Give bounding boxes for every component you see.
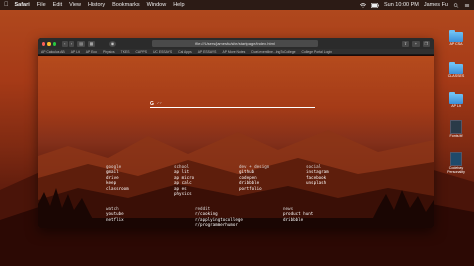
menu-status-area: Sun 10:00 PM James Fu [359, 0, 470, 10]
desktop-folder-classes[interactable]: CLASSES [444, 62, 468, 79]
clock[interactable]: Sun 10:00 PM [384, 2, 419, 8]
tab-overview-icon[interactable]: ❐ [422, 40, 431, 47]
link-ap-calc[interactable]: ap calc [174, 180, 194, 185]
group-news: news product hunt dribbble [283, 206, 313, 222]
folder-icon [449, 30, 463, 42]
group-reddit: reddit r/cooking r/applyingtocollege r/p… [195, 206, 243, 228]
favorite-duel[interactable]: Duel.eventline...IngToCollege [251, 50, 295, 54]
new-tab-icon[interactable]: + [412, 40, 420, 47]
link-physics[interactable]: physics [174, 191, 194, 196]
document-icon [450, 152, 462, 166]
menu-edit[interactable]: Edit [53, 2, 62, 8]
address-bar[interactable]: file:///Users/jamesfu/site/startpage/ind… [152, 40, 318, 47]
link-r-programmerhumor[interactable]: r/programmerhumor [195, 222, 243, 227]
menu-help[interactable]: Help [173, 2, 184, 8]
folder-icon [449, 62, 463, 74]
settings-icon[interactable]: ◉ [109, 40, 116, 47]
apple-menu-icon[interactable]:  [4, 2, 9, 8]
link-classroom[interactable]: classroom [106, 186, 129, 191]
group-title: watch [106, 206, 119, 211]
desktop-icon-label: Fonts.ttf [449, 134, 463, 138]
desktop-folder-ap-csa[interactable]: AP CSA [444, 30, 468, 47]
favorite-capps[interactable]: CAPPS [135, 50, 147, 54]
group-title: school [174, 164, 190, 169]
desktop-file-codebay[interactable]: Codebay Personality [444, 152, 468, 175]
menu-history[interactable]: History [88, 2, 105, 8]
wifi-icon[interactable] [359, 2, 366, 8]
desktop-icon-label: AP CSA [449, 42, 463, 46]
share-icon[interactable]: ⇧ [401, 40, 410, 47]
group-school: school ap lit ap micro ap calc ap es phy… [174, 164, 194, 196]
search-bar: G [150, 100, 315, 108]
link-unsplash[interactable]: unsplash [306, 180, 329, 185]
favorite-tkes[interactable]: TKES [121, 50, 130, 54]
link-news-dribbble[interactable]: dribbble [283, 217, 313, 222]
google-icon: G [150, 100, 154, 107]
group-dev-design: dev + design github codepen dribbble por… [239, 164, 269, 191]
menu-app-name[interactable]: Safari [15, 2, 30, 8]
desktop-icon-label: AP Lit [451, 104, 461, 108]
spotlight-icon[interactable] [453, 2, 459, 8]
search-input[interactable] [156, 101, 307, 106]
user-name[interactable]: James Fu [424, 2, 448, 8]
back-icon[interactable]: ‹ [61, 40, 68, 47]
link-netflix[interactable]: netflix [106, 217, 124, 222]
menu-file[interactable]: File [37, 2, 46, 8]
safari-window: ‹ › ▤ ▦ ◉ ⇧ + ❐ file:///Users/jamesfu/si… [38, 38, 434, 228]
desktop-icon-label: CLASSES [447, 74, 465, 78]
forward-icon[interactable]: › [68, 40, 75, 47]
favorite-ap-eco[interactable]: AP Eco [86, 50, 97, 54]
group-google: google gmail drive keep classroom [106, 164, 129, 191]
group-social: social instagram facebook unsplash [306, 164, 329, 186]
close-button[interactable] [42, 41, 46, 46]
minimize-button[interactable] [47, 41, 51, 46]
desktop-file-fonts[interactable]: Fonts.ttf [444, 120, 468, 139]
desktop-icon-label: Codebay Personality [447, 166, 465, 174]
favorite-ap-calculus[interactable]: AP Calculus AB [41, 50, 65, 54]
favorite-physics[interactable]: Physics [103, 50, 115, 54]
group-title: google [106, 164, 122, 169]
url-text: file:///Users/jamesfu/site/startpage/ind… [195, 41, 275, 46]
zoom-button[interactable] [52, 41, 56, 46]
group-title: dev + design [239, 164, 270, 169]
menu-bookmarks[interactable]: Bookmarks [112, 2, 140, 8]
menu-bar:  Safari File Edit View History Bookmark… [0, 0, 474, 10]
battery-icon[interactable] [371, 2, 379, 8]
group-title: news [283, 206, 294, 211]
group-watch: watch youtube netflix [106, 206, 124, 222]
favorites-bar: AP Calculus AB AP Lit AP Eco Physics TKE… [38, 49, 434, 55]
favorite-ap-more-notes[interactable]: AP More Notes [222, 50, 245, 54]
favorite-college-portal[interactable]: College Portal Login [302, 50, 333, 54]
favorite-ap-essays[interactable]: AP ESSAYS [198, 50, 217, 54]
document-icon [450, 120, 462, 134]
favorite-uc-essays[interactable]: UC ESSAYS [153, 50, 172, 54]
favorite-cal-apps[interactable]: Cal Apps [178, 50, 192, 54]
startpage: G google gmail drive keep classroom scho… [38, 56, 434, 228]
favorite-ap-lit[interactable]: AP Lit [71, 50, 80, 54]
top-sites-icon[interactable]: ▦ [87, 40, 96, 47]
group-title: reddit [195, 206, 211, 211]
notification-center-icon[interactable] [464, 3, 470, 8]
menu-view[interactable]: View [69, 2, 81, 8]
link-portfolio[interactable]: portfolio [239, 186, 269, 191]
menu-window[interactable]: Window [147, 2, 167, 8]
sidebar-icon[interactable]: ▤ [77, 40, 85, 47]
group-title: social [306, 164, 322, 169]
desktop-folder-ap-lit[interactable]: AP Lit [444, 92, 468, 109]
folder-icon [449, 92, 463, 104]
